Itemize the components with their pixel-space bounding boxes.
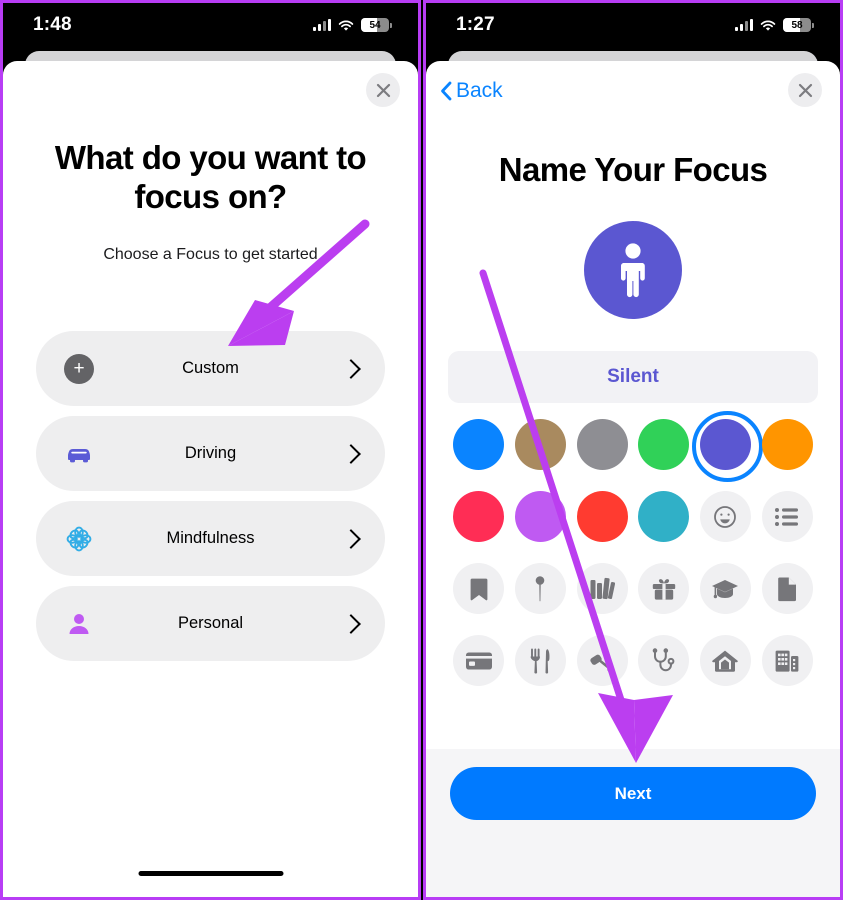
- plus-circle-icon: +: [62, 352, 96, 386]
- focus-item-mindfulness[interactable]: Mindfulness: [36, 501, 385, 576]
- battery-icon: 54: [361, 18, 392, 32]
- pin-icon[interactable]: [514, 563, 566, 614]
- color-swatch-blue[interactable]: [453, 419, 505, 470]
- status-indicators: 58: [735, 18, 814, 32]
- wifi-icon: [338, 19, 354, 31]
- status-time: 1:27: [456, 14, 495, 35]
- color-swatch-pink[interactable]: [453, 491, 505, 542]
- color-swatch-purple[interactable]: [514, 491, 566, 542]
- right-phone-screen: 1:27 58 Back Name Your Focus Silent Next: [423, 0, 843, 900]
- cellular-bars-icon: [313, 19, 331, 31]
- page-title: What do you want to focus on?: [54, 139, 367, 215]
- name-focus-sheet: Back Name Your Focus Silent Next: [426, 61, 840, 897]
- back-button-label: Back: [456, 79, 503, 102]
- house-icon[interactable]: [699, 635, 751, 686]
- flower-icon: [62, 522, 96, 556]
- focus-name-value: Silent: [607, 366, 659, 387]
- focus-picker-sheet: What do you want to focus on? Choose a F…: [3, 61, 418, 897]
- list-icon[interactable]: [761, 491, 813, 542]
- focus-item-custom[interactable]: + Custom: [36, 331, 385, 406]
- page-title: Name Your Focus: [498, 151, 768, 188]
- building-icon[interactable]: [761, 635, 813, 686]
- person-icon: [62, 607, 96, 641]
- close-icon: [376, 83, 390, 97]
- status-indicators: 54: [313, 18, 392, 32]
- color-swatch-green[interactable]: [638, 419, 690, 470]
- color-and-icon-grid: [448, 411, 818, 686]
- paint-roller-icon[interactable]: [576, 635, 628, 686]
- back-button[interactable]: Back: [440, 79, 503, 103]
- screenshot-stage: 1:48 54 What do you want to focus on? Ch…: [0, 0, 843, 900]
- focus-item-driving[interactable]: Driving: [36, 416, 385, 491]
- document-icon[interactable]: [761, 563, 813, 614]
- left-phone-screen: 1:48 54 What do you want to focus on? Ch…: [0, 0, 421, 900]
- color-swatch-brown[interactable]: [514, 419, 566, 470]
- focus-options-list: + Custom Driving Mindfulness Personal: [36, 331, 385, 671]
- graduation-cap-icon[interactable]: [699, 563, 751, 614]
- close-button[interactable]: [788, 73, 822, 107]
- right-status-bar: 1:27 58: [426, 3, 840, 47]
- focus-avatar[interactable]: [584, 221, 682, 319]
- car-icon: [62, 437, 96, 471]
- left-status-bar: 1:48 54: [3, 3, 418, 47]
- credit-card-icon[interactable]: [453, 635, 505, 686]
- wifi-icon: [760, 19, 776, 31]
- emoji-smiley-icon[interactable]: [699, 491, 751, 542]
- home-indicator: [138, 871, 283, 876]
- battery-icon: 58: [783, 18, 814, 32]
- color-swatch-orange[interactable]: [761, 419, 813, 470]
- focus-name-input[interactable]: Silent: [448, 351, 818, 403]
- next-button[interactable]: Next: [450, 767, 816, 820]
- cellular-bars-icon: [735, 19, 753, 31]
- books-icon[interactable]: [576, 563, 628, 614]
- close-button[interactable]: [366, 73, 400, 107]
- chevron-left-icon: [441, 81, 452, 101]
- battery-percent: 54: [369, 19, 381, 31]
- bookmark-icon[interactable]: [453, 563, 505, 614]
- color-swatch-red[interactable]: [576, 491, 628, 542]
- page-subtitle: Choose a Focus to get started: [103, 246, 318, 263]
- fork-knife-icon[interactable]: [514, 635, 566, 686]
- close-icon: [798, 83, 812, 97]
- sheet-footer: Next: [426, 749, 840, 897]
- battery-percent: 58: [791, 19, 803, 31]
- color-swatch-gray[interactable]: [576, 419, 628, 470]
- color-swatch-teal[interactable]: [638, 491, 690, 542]
- gift-icon[interactable]: [638, 563, 690, 614]
- color-swatch-indigo-selected[interactable]: [691, 411, 763, 482]
- focus-item-personal[interactable]: Personal: [36, 586, 385, 661]
- stethoscope-icon[interactable]: [638, 635, 690, 686]
- status-time: 1:48: [33, 14, 72, 35]
- person-standing-icon: [621, 243, 645, 298]
